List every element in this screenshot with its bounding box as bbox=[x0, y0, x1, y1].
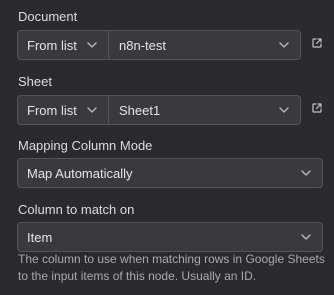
document-open-link[interactable] bbox=[307, 30, 327, 60]
chevron-down-icon bbox=[86, 104, 98, 116]
chevron-down-icon bbox=[86, 39, 98, 51]
column-to-match-select[interactable]: Item bbox=[17, 222, 323, 252]
external-link-icon bbox=[311, 101, 323, 119]
node-parameters-panel: Document From list n8n-test Sheet From l… bbox=[0, 0, 334, 295]
mapping-mode-select[interactable]: Map Automatically bbox=[17, 158, 323, 188]
sheet-value: Sheet1 bbox=[119, 102, 161, 118]
sheet-open-link[interactable] bbox=[307, 95, 327, 125]
sheet-mode-select[interactable]: From list bbox=[18, 96, 109, 124]
sheet-select-group: From list Sheet1 bbox=[17, 95, 301, 125]
mapping-mode-label: Mapping Column Mode bbox=[18, 138, 153, 153]
sheet-label: Sheet bbox=[18, 74, 52, 89]
sheet-value-select[interactable]: Sheet1 bbox=[109, 96, 300, 124]
mapping-mode-value: Map Automatically bbox=[27, 165, 133, 181]
document-value: n8n-test bbox=[119, 37, 166, 53]
document-label: Document bbox=[18, 9, 78, 24]
column-to-match-hint: The column to use when matching rows in … bbox=[18, 252, 325, 283]
external-link-icon bbox=[311, 36, 323, 54]
column-to-match-label: Column to match on bbox=[18, 202, 135, 217]
column-to-match-value: Item bbox=[27, 229, 53, 245]
document-row: From list n8n-test bbox=[17, 30, 327, 60]
chevron-down-icon bbox=[278, 104, 290, 116]
chevron-down-icon bbox=[278, 39, 290, 51]
document-mode-select[interactable]: From list bbox=[18, 31, 109, 59]
sheet-row: From list Sheet1 bbox=[17, 95, 327, 125]
document-select-group: From list n8n-test bbox=[17, 30, 301, 60]
chevron-down-icon bbox=[300, 167, 312, 179]
document-value-select[interactable]: n8n-test bbox=[109, 31, 300, 59]
document-mode-value: From list bbox=[27, 37, 77, 53]
sheet-mode-value: From list bbox=[27, 102, 77, 118]
chevron-down-icon bbox=[300, 231, 312, 243]
